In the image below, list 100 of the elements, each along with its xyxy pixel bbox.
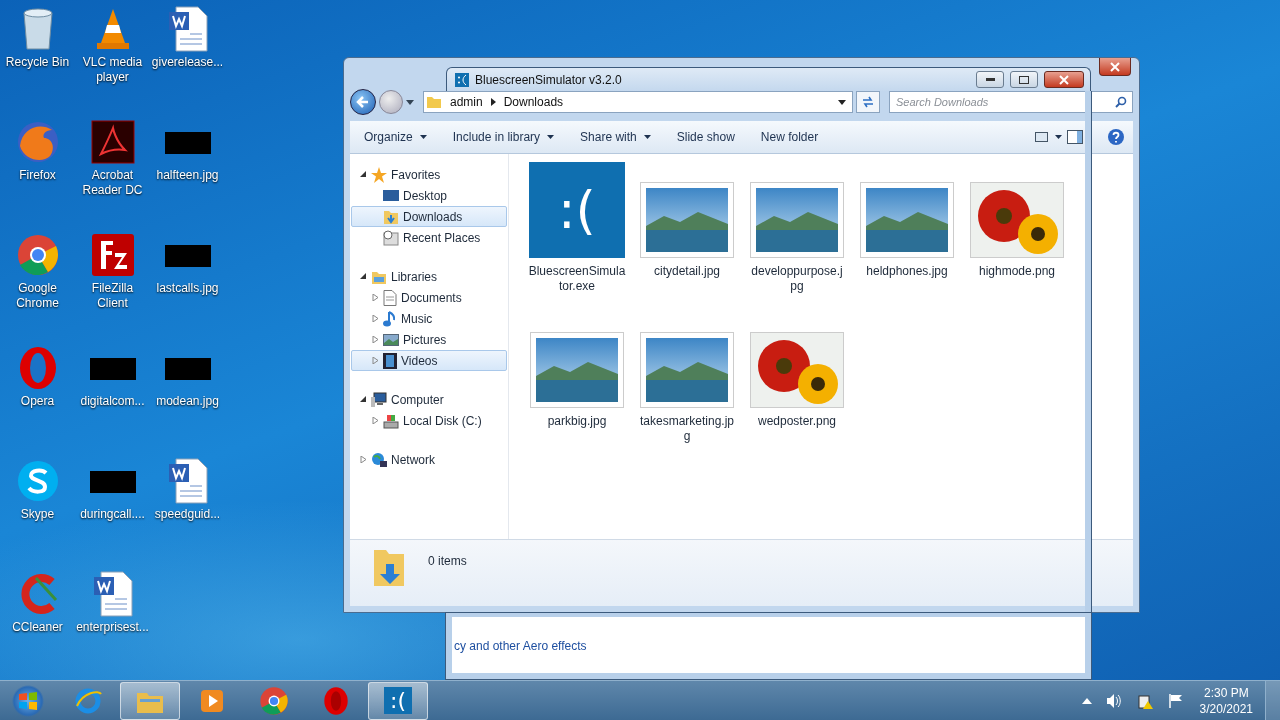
sad-face-app-icon bbox=[455, 72, 469, 87]
collapsed-arrow-icon[interactable] bbox=[372, 336, 379, 343]
desktop-icon-label[interactable]: Skype bbox=[20, 507, 55, 522]
file-name[interactable]: parkbig.jpg bbox=[528, 414, 626, 429]
desktop-icon-label[interactable]: Recycle Bin bbox=[5, 55, 70, 70]
chrome-logo-icon[interactable] bbox=[15, 232, 60, 278]
nav-item-row[interactable]: Videos bbox=[351, 350, 507, 371]
ftp-client-icon[interactable] bbox=[90, 232, 135, 278]
breadcrumb[interactable]: admin bbox=[450, 95, 483, 109]
flower-thumbnail[interactable] bbox=[970, 182, 1064, 258]
desktop-icon-label[interactable]: Firefox bbox=[19, 168, 56, 183]
desktop-icon-label[interactable]: Opera bbox=[20, 394, 55, 409]
show-hidden-icons-arrow[interactable] bbox=[1081, 697, 1092, 704]
dropdown-caret-icon[interactable] bbox=[406, 99, 414, 105]
desktop-icon-label[interactable]: modean.jpg bbox=[156, 394, 219, 409]
breadcrumb[interactable]: Downloads bbox=[503, 95, 564, 109]
nav-item[interactable]: Favorites bbox=[391, 167, 441, 182]
collapsed-arrow-icon[interactable] bbox=[360, 456, 367, 463]
nav-item-row[interactable]: Local Disk (C:) bbox=[351, 410, 507, 431]
landscape-thumbnail[interactable] bbox=[860, 182, 954, 258]
file-name[interactable]: heldphones.jpg bbox=[858, 264, 956, 279]
desktop-icon-label[interactable]: giverelease... bbox=[151, 55, 224, 70]
file-name[interactable]: BluescreenSimulator.exe bbox=[528, 264, 626, 294]
file-name[interactable]: wedposter.png bbox=[748, 414, 846, 429]
dropdown-caret-icon[interactable] bbox=[838, 99, 846, 105]
caret-icon bbox=[643, 135, 651, 139]
landscape-thumbnail[interactable] bbox=[530, 332, 624, 408]
collapsed-arrow-icon[interactable] bbox=[372, 294, 379, 301]
downloads-folder-icon bbox=[383, 208, 399, 225]
word-document-icon[interactable] bbox=[167, 458, 208, 504]
refresh-button[interactable] bbox=[856, 91, 880, 113]
collapsed-arrow-icon[interactable] bbox=[372, 357, 379, 364]
application-icon[interactable]: :( bbox=[529, 162, 625, 258]
taskbar-button[interactable] bbox=[120, 681, 180, 720]
close-button[interactable] bbox=[1044, 71, 1084, 88]
skype-logo-icon[interactable] bbox=[15, 458, 60, 504]
desktop-icon-label[interactable]: lastcalls.jpg bbox=[156, 281, 219, 296]
refresh-icon bbox=[861, 96, 875, 108]
desktop-icon-label[interactable]: VLC media player bbox=[75, 55, 150, 85]
nav-item-row[interactable]: Music bbox=[351, 308, 507, 329]
address-bar[interactable]: admin Downloads bbox=[423, 91, 853, 113]
desktop-icon-label[interactable]: speedguid... bbox=[154, 507, 221, 522]
pdf-icon[interactable] bbox=[90, 119, 135, 165]
landscape-thumbnail[interactable] bbox=[750, 182, 844, 258]
nav-item-row[interactable]: Recent Places bbox=[351, 227, 507, 248]
file-name[interactable]: citydetail.jpg bbox=[638, 264, 736, 279]
hard-disk-icon bbox=[383, 412, 399, 429]
expanded-arrow-icon[interactable] bbox=[360, 396, 367, 403]
word-document-icon[interactable] bbox=[167, 6, 208, 52]
nav-item[interactable]: Network bbox=[391, 452, 435, 467]
flag-icon[interactable] bbox=[1167, 692, 1184, 709]
opera-logo-icon bbox=[323, 685, 349, 716]
desktop-icon-label[interactable]: FileZilla Client bbox=[75, 281, 150, 311]
monitor-icon bbox=[383, 188, 399, 203]
desktop-icon-label[interactable]: Google Chrome bbox=[0, 281, 75, 311]
expanded-arrow-icon[interactable] bbox=[360, 171, 367, 178]
file-name[interactable]: takesmarketing.jpg bbox=[638, 414, 736, 444]
view-options-icon[interactable] bbox=[1035, 131, 1063, 143]
nav-item-row[interactable]: Desktop bbox=[351, 185, 507, 206]
collapsed-arrow-icon[interactable] bbox=[372, 315, 379, 322]
nav-item[interactable]: Libraries bbox=[391, 269, 438, 284]
aero-settings-link[interactable]: cy and other Aero effects bbox=[454, 639, 587, 653]
desktop-icon-label[interactable]: CCleaner bbox=[12, 620, 63, 635]
toolbar-button[interactable]: New folder bbox=[750, 126, 831, 148]
clock[interactable]: 2:30 PM 3/20/2021 bbox=[1199, 684, 1253, 717]
flower-thumbnail[interactable] bbox=[750, 332, 844, 408]
toolbar-button[interactable]: Slide show bbox=[666, 126, 747, 148]
speaker-icon[interactable] bbox=[1105, 692, 1122, 709]
maximize-icon bbox=[1019, 75, 1029, 84]
search-icon bbox=[1115, 96, 1127, 108]
minimize-button[interactable] bbox=[976, 71, 1004, 88]
network-globe-icon bbox=[371, 451, 387, 468]
landscape-thumbnail[interactable] bbox=[640, 332, 734, 408]
desktop-icon-label[interactable]: duringcall.... bbox=[80, 507, 145, 522]
arrow-left-icon bbox=[356, 95, 370, 109]
file-name[interactable]: highmode.png bbox=[968, 264, 1066, 279]
file-name[interactable]: developpurpose.jpg bbox=[748, 264, 846, 294]
nav-item-row[interactable]: Pictures bbox=[351, 329, 507, 350]
desktop-icon-label[interactable]: Acrobat Reader DC bbox=[75, 168, 150, 198]
nav-item-row[interactable]: Downloads bbox=[351, 206, 507, 227]
desktop-icon-label[interactable]: halfteen.jpg bbox=[156, 168, 219, 183]
close-button[interactable] bbox=[1099, 58, 1131, 76]
back-button[interactable] bbox=[350, 89, 376, 115]
nav-item[interactable]: Computer bbox=[391, 392, 444, 407]
preview-pane-icon[interactable] bbox=[1067, 130, 1083, 144]
window-title: BluescreenSimulator v3.2.0 bbox=[475, 72, 622, 87]
landscape-thumbnail[interactable] bbox=[640, 182, 734, 258]
collapsed-arrow-icon[interactable] bbox=[372, 417, 379, 424]
taskbar-button[interactable]: :( bbox=[368, 681, 428, 720]
maximize-button[interactable] bbox=[1010, 71, 1038, 88]
search-field[interactable]: Search Downloads bbox=[889, 91, 1133, 113]
toolbar-button[interactable]: Organize bbox=[354, 126, 439, 148]
expanded-arrow-icon[interactable] bbox=[360, 273, 367, 280]
word-document-icon[interactable] bbox=[92, 571, 133, 617]
help-icon[interactable] bbox=[1107, 128, 1125, 146]
toolbar-button[interactable]: Share with bbox=[570, 126, 663, 148]
close-icon bbox=[1059, 74, 1069, 85]
nav-item-row[interactable]: Documents bbox=[351, 287, 507, 308]
desktop-icon-label[interactable]: digitalcom... bbox=[80, 394, 145, 409]
toolbar-button[interactable]: Include in library bbox=[442, 126, 567, 148]
